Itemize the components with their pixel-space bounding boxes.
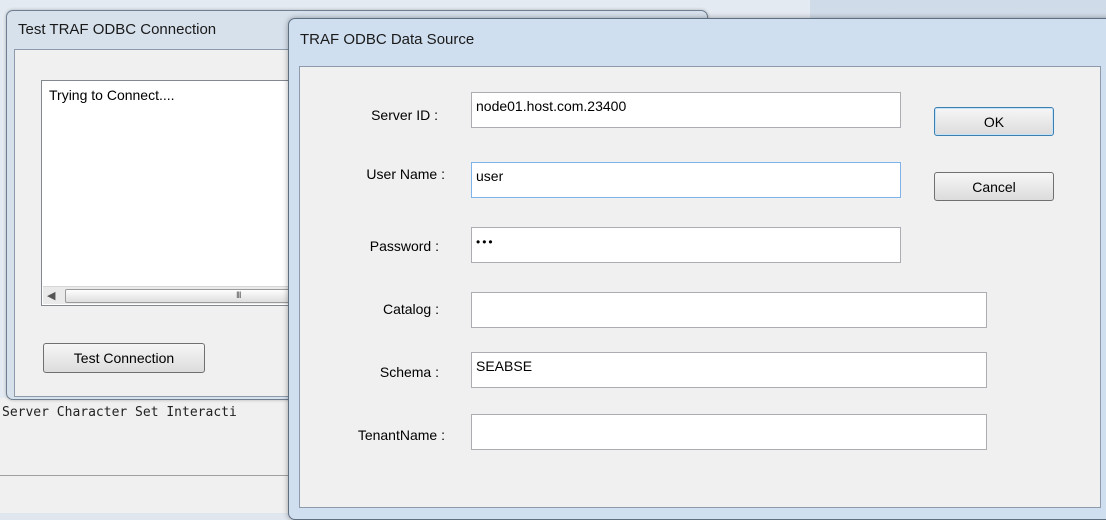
schema-field[interactable]: SEABSE (471, 352, 987, 388)
tenant-name-field[interactable] (471, 414, 987, 450)
data-source-dialog: TRAF ODBC Data Source Server ID : node01… (288, 18, 1106, 520)
catalog-label: Catalog : (382, 301, 439, 317)
horizontal-scrollbar[interactable]: ◀ III (43, 286, 307, 304)
user-name-field[interactable]: user (471, 162, 901, 198)
divider (0, 475, 300, 476)
password-label: Password : (369, 238, 439, 254)
catalog-field[interactable] (471, 292, 987, 328)
password-mask: ••• (476, 235, 495, 249)
schema-label: Schema : (379, 364, 439, 380)
dialog-title: TRAF ODBC Data Source (300, 31, 475, 48)
test-connection-button[interactable]: Test Connection (43, 343, 205, 373)
dialog-client-area: Server ID : node01.host.com.23400 User N… (299, 66, 1101, 508)
server-id-field[interactable]: node01.host.com.23400 (471, 92, 901, 128)
connection-log[interactable]: Trying to Connect.... ◀ III (41, 80, 307, 306)
ok-button[interactable]: OK (934, 107, 1054, 136)
grip-icon: III (236, 290, 241, 300)
dialog-title: Test TRAF ODBC Connection (18, 21, 217, 38)
password-field[interactable]: ••• (471, 227, 901, 263)
user-name-label: User Name : (366, 166, 445, 182)
console-text: Server Character Set Interacti (2, 405, 237, 420)
scroll-left-icon[interactable]: ◀ (47, 289, 55, 302)
tenant-name-label: TenantName : (357, 427, 445, 443)
cancel-button[interactable]: Cancel (934, 172, 1054, 201)
scrollbar-thumb[interactable]: III (65, 289, 307, 303)
log-text: Trying to Connect.... (49, 87, 175, 103)
server-id-label: Server ID : (371, 107, 438, 123)
